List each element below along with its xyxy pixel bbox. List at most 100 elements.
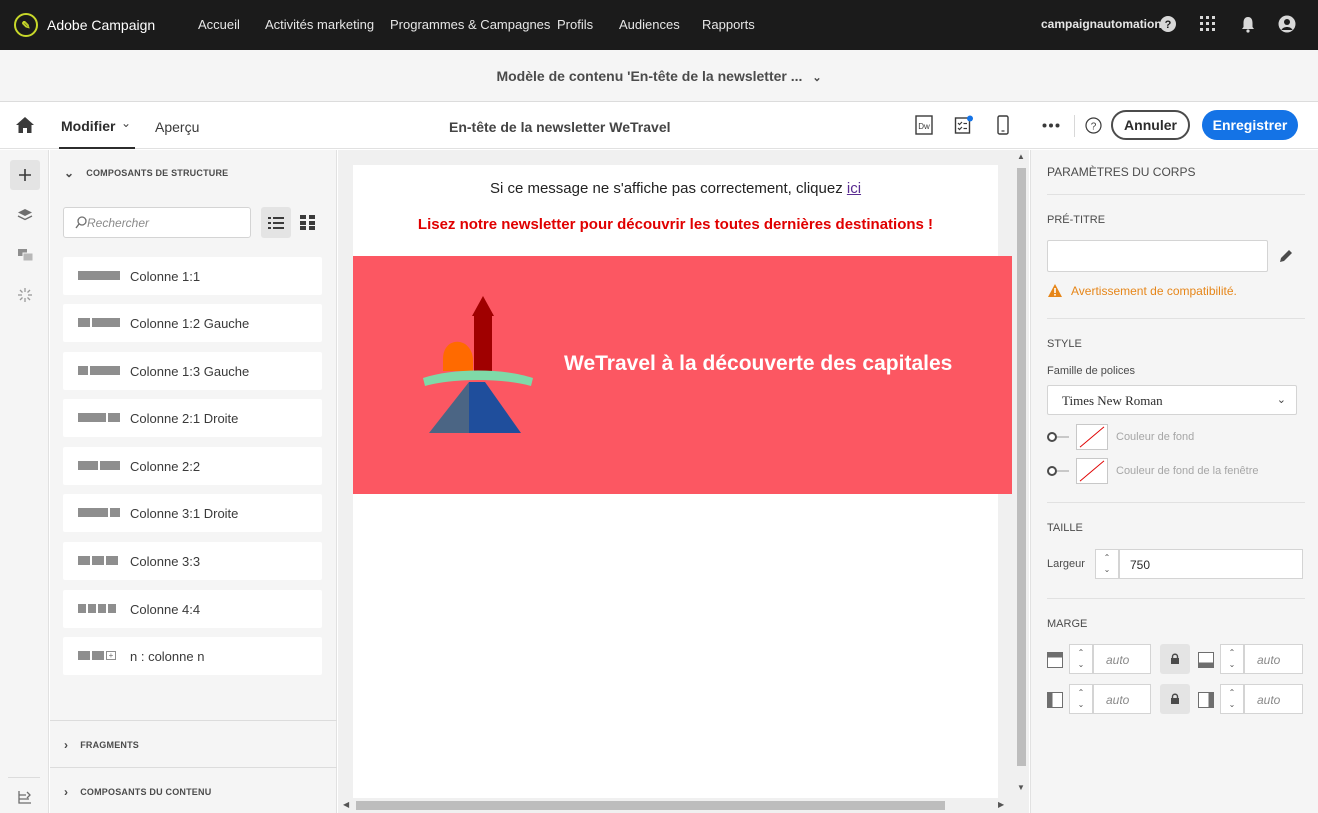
nav-item-activites-marketing[interactable]: Activités marketing <box>265 17 374 32</box>
stepper-down-icon[interactable]: ⌄ <box>1078 699 1085 711</box>
checklist-alert-icon[interactable] <box>954 115 974 135</box>
scroll-left-arrow-icon[interactable]: ◀ <box>343 800 349 809</box>
brand[interactable]: ✎ Adobe Campaign <box>14 12 155 38</box>
tab-modifier[interactable]: Modifier ⌄ <box>59 102 135 149</box>
list-view-toggle[interactable] <box>261 207 291 238</box>
user-avatar-icon[interactable] <box>1278 15 1296 33</box>
horizontal-scrollbar[interactable]: ◀ ▶ <box>338 798 1014 813</box>
cancel-button[interactable]: Annuler <box>1111 110 1190 140</box>
scroll-down-arrow-icon[interactable]: ▼ <box>1017 783 1025 792</box>
component-colonne-1-3-gauche[interactable]: Colonne 1:3 Gauche <box>63 352 322 390</box>
pretitle-input[interactable] <box>1047 240 1268 272</box>
preheader-link[interactable]: ici <box>847 180 861 197</box>
header-banner[interactable]: WeTravel à la découverte des capitales <box>353 256 1012 494</box>
stepper-down-icon[interactable]: ⌄ <box>1104 564 1111 576</box>
pencil-edit-icon[interactable] <box>1278 248 1294 264</box>
nav-item-accueil[interactable]: Accueil <box>198 17 240 32</box>
notifications-bell-icon[interactable] <box>1239 15 1257 33</box>
component-label: Colonne 4:4 <box>130 602 201 617</box>
content-components-header[interactable]: › COMPOSANTS DU CONTENU <box>64 785 211 799</box>
promo-text[interactable]: Lisez notre newsletter pour découvrir le… <box>353 216 998 233</box>
stepper-up-icon[interactable]: ⌃ <box>1229 647 1236 659</box>
margin-top-input[interactable]: auto <box>1093 644 1151 674</box>
margin-top-icon <box>1047 652 1063 668</box>
component-colonne-n[interactable]: + n : colonne n <box>63 637 322 675</box>
mobile-preview-icon[interactable] <box>997 115 1009 135</box>
apps-grid-icon[interactable] <box>1199 15 1217 33</box>
chevron-down-icon[interactable]: ⌄ <box>121 116 131 130</box>
help-circle-icon[interactable]: ? <box>1085 117 1102 134</box>
object-header: Modèle de contenu 'En-tête de la newslet… <box>0 50 1318 102</box>
margin-left-stepper[interactable]: ⌃ ⌄ <box>1069 684 1093 714</box>
dreamweaver-import-icon[interactable]: Dw <box>915 115 933 135</box>
component-colonne-2-1-droite[interactable]: Colonne 2:1 Droite <box>63 399 322 437</box>
stepper-up-icon[interactable]: ⌃ <box>1229 687 1236 699</box>
components-panel: ⌄ COMPOSANTS DE STRUCTURE Rechercher Col… <box>50 150 337 813</box>
compatibility-warning[interactable]: Avertissement de compatibilité. <box>1047 283 1237 298</box>
background-color-swatch[interactable] <box>1076 424 1108 450</box>
banner-title[interactable]: WeTravel à la découverte des capitales <box>564 352 952 376</box>
rail-divider <box>8 777 40 778</box>
margin-right-input[interactable]: auto <box>1244 684 1303 714</box>
margin-bottom-placeholder: auto <box>1257 653 1281 667</box>
scroll-right-arrow-icon[interactable]: ▶ <box>998 800 1004 809</box>
scroll-up-arrow-icon[interactable]: ▲ <box>1017 152 1025 161</box>
margin-lock-vertical[interactable] <box>1160 644 1190 674</box>
rail-assets[interactable] <box>10 240 40 270</box>
width-stepper[interactable]: ⌃ ⌄ <box>1095 549 1119 579</box>
component-colonne-2-2[interactable]: Colonne 2:2 <box>63 447 322 485</box>
horizontal-scroll-thumb[interactable] <box>356 801 945 810</box>
email-canvas[interactable]: Si ce message ne s'affiche pas correctem… <box>338 150 1029 813</box>
stepper-up-icon[interactable]: ⌃ <box>1104 552 1111 564</box>
font-family-select[interactable]: Times New Roman ⌄ <box>1047 385 1297 415</box>
margin-left-input[interactable]: auto <box>1093 684 1151 714</box>
nav-item-programmes-campagnes[interactable]: Programmes & Campagnes <box>390 17 550 32</box>
margin-bottom-input[interactable]: auto <box>1244 644 1303 674</box>
vertical-scrollbar[interactable]: ▲ ▼ <box>1014 150 1029 813</box>
nav-item-rapports[interactable]: Rapports <box>702 17 755 32</box>
rail-personalization[interactable] <box>10 280 40 310</box>
component-colonne-4-4[interactable]: Colonne 4:4 <box>63 590 322 628</box>
window-background-color-toggle[interactable] <box>1047 466 1071 476</box>
fragments-header[interactable]: › FRAGMENTS <box>64 738 139 752</box>
window-background-color-swatch[interactable] <box>1076 458 1108 484</box>
font-family-value: Times New Roman <box>1062 393 1163 408</box>
help-icon[interactable]: ? <box>1159 15 1177 33</box>
save-button[interactable]: Enregistrer <box>1202 110 1298 140</box>
margin-lock-horizontal[interactable] <box>1160 684 1190 714</box>
component-colonne-3-3[interactable]: Colonne 3:3 <box>63 542 322 580</box>
content-components-title: COMPOSANTS DU CONTENU <box>80 787 212 797</box>
search-input[interactable]: Rechercher <box>63 207 251 238</box>
width-input[interactable]: 750 <box>1119 549 1303 579</box>
rail-layers[interactable] <box>10 200 40 230</box>
stepper-up-icon[interactable]: ⌃ <box>1078 687 1085 699</box>
stepper-up-icon[interactable]: ⌃ <box>1078 647 1085 659</box>
image-assets-icon <box>17 249 33 262</box>
component-colonne-1-1[interactable]: Colonne 1:1 <box>63 257 322 295</box>
user-name[interactable]: campaignautomation <box>1041 17 1162 31</box>
more-options-icon[interactable] <box>1042 123 1060 128</box>
nav-item-audiences[interactable]: Audiences <box>619 17 680 32</box>
rail-add-components[interactable] <box>10 160 40 190</box>
margin-right-stepper[interactable]: ⌃ ⌄ <box>1220 684 1244 714</box>
stepper-down-icon[interactable]: ⌄ <box>1229 659 1236 671</box>
stepper-down-icon[interactable]: ⌄ <box>1078 659 1085 671</box>
home-icon[interactable] <box>15 116 35 134</box>
component-colonne-1-2-gauche[interactable]: Colonne 1:2 Gauche <box>63 304 322 342</box>
structure-components-header[interactable]: ⌄ COMPOSANTS DE STRUCTURE <box>64 166 228 180</box>
stepper-down-icon[interactable]: ⌄ <box>1229 699 1236 711</box>
tab-modifier-label: Modifier <box>61 118 116 134</box>
margin-bottom-stepper[interactable]: ⌃ ⌄ <box>1220 644 1244 674</box>
content-template-title[interactable]: Modèle de contenu 'En-tête de la newslet… <box>0 68 1318 84</box>
tab-apercu[interactable]: Aperçu <box>155 119 199 135</box>
vertical-scroll-thumb[interactable] <box>1017 168 1026 766</box>
panel-divider <box>50 720 337 721</box>
component-label: Colonne 3:3 <box>130 554 201 569</box>
margin-top-stepper[interactable]: ⌃ ⌄ <box>1069 644 1093 674</box>
background-color-toggle[interactable] <box>1047 432 1071 442</box>
nav-item-profils[interactable]: Profils <box>557 17 593 32</box>
rail-settings[interactable] <box>10 782 40 812</box>
preheader-text[interactable]: Si ce message ne s'affiche pas correctem… <box>353 180 998 197</box>
grid-view-toggle[interactable] <box>297 207 317 238</box>
component-colonne-3-1-droite[interactable]: Colonne 3:1 Droite <box>63 494 322 532</box>
